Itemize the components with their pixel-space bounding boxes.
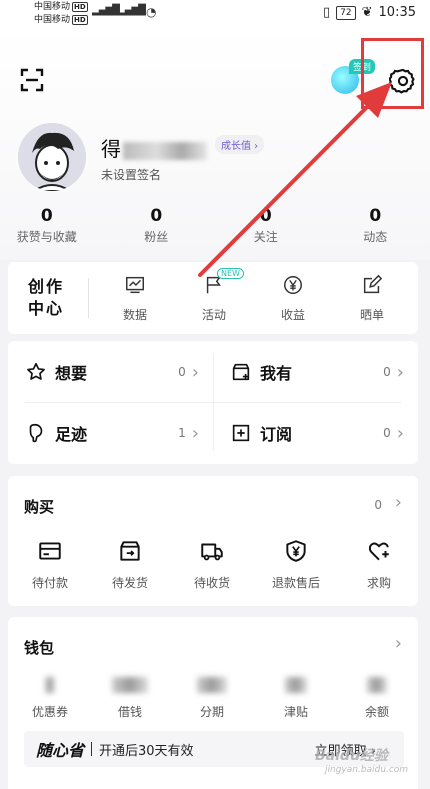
- signal-icon: ▂▄▆█: [92, 5, 120, 16]
- wallet-item-loan[interactable]: 借钱: [94, 677, 166, 720]
- promo-brand: 随心省: [36, 741, 85, 760]
- stats-row: 0 获赞与收藏 0 粉丝 0 关注 0 动态: [0, 206, 430, 245]
- buy-item-pending-receive[interactable]: 待收货: [176, 538, 248, 591]
- divider: [88, 278, 89, 318]
- shield-yen-icon: [286, 540, 306, 562]
- leaf-icon: ❦: [361, 5, 373, 20]
- chart-icon: [126, 276, 144, 294]
- promo-text: 开通后30天有效: [99, 743, 194, 759]
- wallet-item-coupon[interactable]: 优惠券: [14, 677, 86, 720]
- heart-plus-icon: [368, 542, 389, 561]
- creator-center-title[interactable]: 创作中心: [28, 276, 68, 320]
- avatar[interactable]: [18, 123, 86, 191]
- growth-badge[interactable]: 成长值 ›: [215, 135, 265, 154]
- creator-item-data[interactable]: 数据: [105, 274, 165, 323]
- package-icon: [120, 541, 140, 561]
- plus-square-icon: [232, 424, 250, 442]
- wants-item-want[interactable]: 想要 0 ›: [8, 342, 213, 402]
- battery-indicator: 72: [336, 5, 356, 20]
- carrier-2: 中国移动 HD: [34, 15, 88, 25]
- wants-item-footprint[interactable]: 足迹 1 ›: [8, 403, 213, 463]
- creator-center-card: 创作中心 数据 NEW 活动 收益 晒单: [8, 262, 418, 334]
- wallet-value-blur: [197, 677, 227, 693]
- wallet-value-blur: [45, 677, 55, 693]
- chevron-right-icon[interactable]: ›: [395, 633, 402, 654]
- carrier-1: 中国移动 HD: [34, 2, 88, 12]
- creator-item-showcase[interactable]: 晒单: [342, 274, 402, 323]
- divider: [91, 742, 93, 756]
- stat-posts[interactable]: 0 动态: [321, 206, 430, 245]
- profile-header: 签到 得 成长值 › 未设置签名 0 获赞与收藏 0 粉丝 0 关注 0 动态: [0, 28, 430, 260]
- signature[interactable]: 未设置签名: [101, 166, 161, 183]
- watermark: Baidu经验 jingyan.baidu.com: [315, 748, 409, 775]
- signal-icon-2: ▂▄▆█: [118, 5, 146, 16]
- wants-item-subscribe[interactable]: 订阅 0 ›: [213, 403, 418, 463]
- wallet-value-blur: [367, 677, 387, 693]
- stat-followers[interactable]: 0 粉丝: [102, 206, 212, 245]
- buy-item-pending-ship[interactable]: 待发货: [94, 538, 166, 591]
- buy-item-wanted[interactable]: 求购: [343, 538, 415, 591]
- scan-icon[interactable]: [20, 68, 44, 92]
- status-bar: 中国移动 HD 中国移动 HD ▂▄▆█ ▂▄▆█ ◔ ▯ 72 ❦ 10:35: [0, 0, 430, 28]
- clock: 10:35: [378, 5, 416, 20]
- wants-item-have[interactable]: 我有 0 ›: [213, 342, 418, 402]
- wallet-item-installment[interactable]: 分期: [176, 677, 248, 720]
- edit-icon: [363, 274, 383, 294]
- wallet-title[interactable]: 钱包: [24, 637, 54, 658]
- gear-icon[interactable]: [389, 67, 417, 95]
- truck-icon: [201, 543, 223, 561]
- wants-card: 想要 0 › 我有 0 › 足迹 1 › 订阅 0 ›: [8, 341, 418, 464]
- status-right: ▯ 72 ❦ 10:35: [323, 5, 416, 20]
- creator-item-activity[interactable]: NEW 活动: [184, 268, 244, 323]
- stat-following[interactable]: 0 关注: [211, 206, 321, 245]
- username-blur: [123, 141, 207, 160]
- username[interactable]: 得: [101, 133, 207, 162]
- yen-icon: [284, 276, 302, 294]
- chevron-right-icon[interactable]: ›: [395, 492, 402, 513]
- buy-title[interactable]: 购买: [24, 496, 54, 517]
- footprint-icon: [29, 423, 43, 443]
- wallet-item-allowance[interactable]: 津贴: [260, 677, 332, 720]
- stat-likes[interactable]: 0 获赞与收藏: [0, 206, 102, 245]
- wallet-value-blur: [285, 677, 307, 693]
- buy-card: 购买 0 › 待付款 待发货 待收货 退款售后 求购: [8, 476, 418, 606]
- star-icon: [27, 362, 45, 380]
- wifi-icon: ◔: [146, 5, 157, 19]
- vibrate-icon: ▯: [323, 5, 331, 20]
- buy-item-refund[interactable]: 退款售后: [260, 538, 332, 591]
- creator-item-income[interactable]: 收益: [263, 274, 323, 323]
- box-add-icon: [232, 363, 250, 381]
- buy-item-pending-payment[interactable]: 待付款: [14, 538, 86, 591]
- wallet-value-blur: [112, 677, 148, 693]
- new-badge: NEW: [217, 268, 244, 279]
- buy-count: 0: [374, 498, 382, 512]
- wallet-item-balance[interactable]: 余额: [341, 677, 413, 720]
- wallet-icon: [39, 542, 61, 560]
